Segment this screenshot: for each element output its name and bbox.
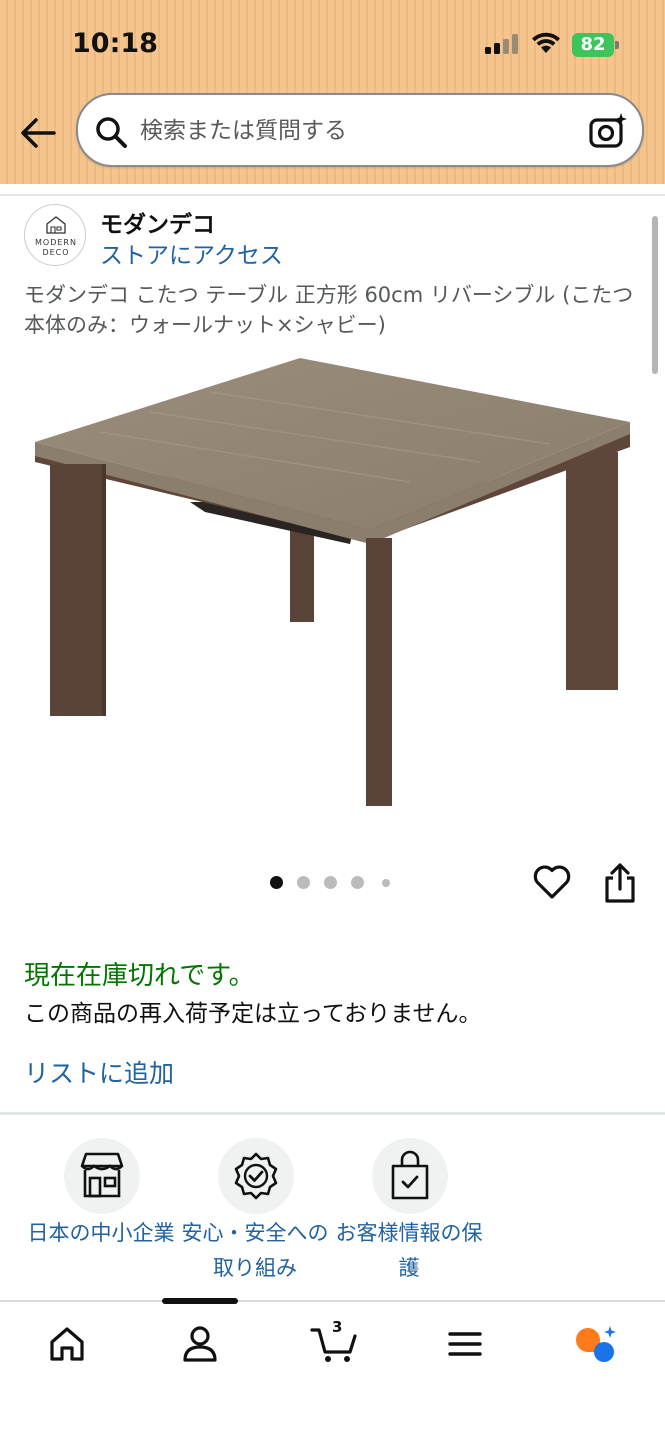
divider	[0, 194, 665, 196]
scrollbar[interactable]	[652, 216, 658, 374]
share-icon[interactable]	[602, 862, 638, 904]
cart-count-badge: 3	[332, 1318, 343, 1336]
cart-button[interactable]: 3	[310, 1318, 358, 1364]
visit-store-link[interactable]: ストアにアクセス	[100, 236, 283, 270]
feature-small-business[interactable]: 日本の中小企業	[26, 1138, 176, 1288]
carousel-dot[interactable]	[297, 876, 310, 889]
feature-label: お客様情報の保護	[335, 1221, 483, 1280]
bottom-navigation: 3	[0, 1298, 665, 1440]
shopping-bag-check-icon	[391, 1150, 429, 1200]
carousel-dot[interactable]	[270, 876, 283, 889]
store-logo[interactable]: MODERN DECO	[24, 204, 86, 266]
image-carousel-indicator[interactable]	[270, 876, 400, 890]
stock-status: 現在在庫切れです。	[24, 961, 255, 991]
store-name: モダンデコ	[100, 212, 215, 238]
battery-indicator: 82	[572, 33, 620, 57]
add-to-list-link[interactable]: リストに追加	[24, 1054, 174, 1090]
active-tab-indicator	[162, 1298, 238, 1304]
account-icon[interactable]	[180, 1324, 220, 1364]
camera-search-icon[interactable]	[588, 111, 628, 151]
carousel-dot[interactable]	[324, 876, 337, 889]
feature-safety[interactable]: 安心・安全への取り組み	[180, 1138, 330, 1288]
feature-privacy[interactable]: お客様情報の保護	[334, 1138, 484, 1288]
search-bar[interactable]	[76, 93, 644, 167]
wifi-icon	[532, 32, 560, 53]
back-arrow-icon[interactable]	[18, 114, 58, 152]
divider	[0, 1112, 665, 1115]
feature-label: 日本の中小企業	[27, 1221, 175, 1245]
heart-icon[interactable]	[532, 862, 572, 902]
house-logo-icon	[46, 216, 66, 234]
cellular-signal-icon	[485, 34, 518, 54]
status-bar: 10:18 82	[0, 0, 665, 88]
shield-check-icon	[234, 1152, 278, 1200]
app-header: 10:18 82	[0, 0, 665, 184]
menu-icon[interactable]	[445, 1324, 485, 1364]
search-icon	[96, 117, 127, 148]
home-icon[interactable]	[47, 1324, 87, 1364]
carousel-dot[interactable]	[351, 876, 364, 889]
restock-note: この商品の再入荷予定は立っておりません。	[24, 1001, 482, 1027]
clock: 10:18	[72, 28, 158, 59]
feature-label: 安心・安全への取り組み	[181, 1221, 329, 1280]
battery-level: 82	[580, 34, 606, 55]
rufus-assistant-icon[interactable]	[574, 1324, 620, 1364]
carousel-dot[interactable]	[382, 879, 390, 887]
search-input[interactable]	[140, 111, 560, 151]
product-title: モダンデコ こたつ テーブル 正方形 60cm リバーシブル (こたつ本体のみ：…	[24, 283, 634, 337]
product-image[interactable]	[30, 352, 635, 812]
store-logo-text: MODERN DECO	[35, 238, 77, 257]
storefront-icon	[80, 1152, 124, 1198]
